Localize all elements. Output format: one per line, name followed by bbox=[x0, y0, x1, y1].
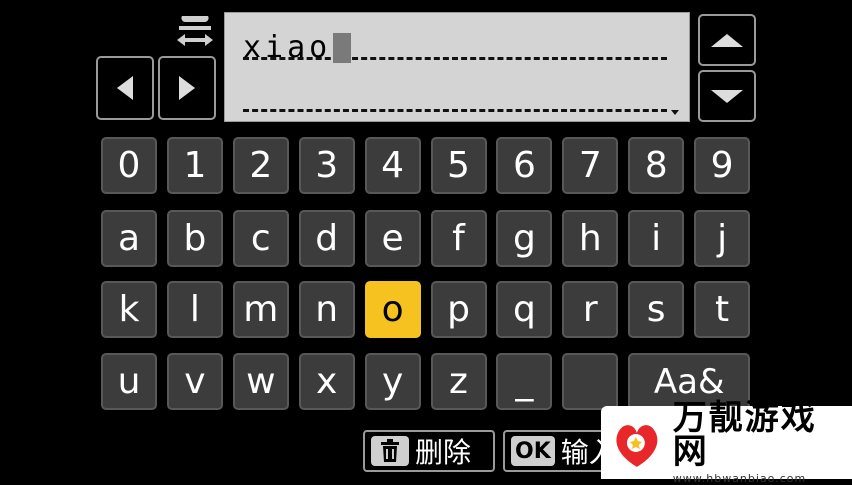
key-5[interactable]: 5 bbox=[430, 137, 487, 194]
text-line-2 bbox=[243, 85, 667, 112]
key-m[interactable]: m bbox=[232, 281, 289, 338]
key-9[interactable]: 9 bbox=[694, 137, 751, 194]
key-e[interactable]: e bbox=[364, 210, 421, 267]
watermark: 万靓游戏网 www.hbwanbiao.com bbox=[601, 401, 852, 484]
delete-hint: 删除 bbox=[363, 430, 495, 472]
key-b[interactable]: b bbox=[166, 210, 223, 267]
key-u[interactable]: u bbox=[101, 353, 157, 410]
text-caret bbox=[333, 33, 352, 63]
key-d[interactable]: d bbox=[298, 210, 355, 267]
key-3[interactable]: 3 bbox=[298, 137, 355, 194]
text-line-1: xiao bbox=[243, 33, 667, 63]
up-arrow-icon bbox=[711, 33, 743, 47]
down-arrow-icon bbox=[711, 89, 743, 103]
key-t[interactable]: t bbox=[694, 281, 751, 338]
key-g[interactable]: g bbox=[496, 210, 553, 267]
key-underscore[interactable]: _ bbox=[496, 353, 553, 410]
left-arrow-icon bbox=[117, 76, 133, 100]
key-r[interactable]: r bbox=[562, 281, 619, 338]
key-o[interactable]: o bbox=[364, 281, 421, 338]
cursor-position-icon bbox=[173, 12, 217, 52]
key-v[interactable]: v bbox=[166, 353, 223, 410]
key-n[interactable]: n bbox=[298, 281, 355, 338]
key-x[interactable]: x bbox=[298, 353, 355, 410]
key-k[interactable]: k bbox=[101, 281, 157, 338]
key-a[interactable]: a bbox=[101, 210, 157, 267]
ok-button-icon: OK bbox=[511, 436, 555, 466]
key-q[interactable]: q bbox=[496, 281, 553, 338]
key-w[interactable]: w bbox=[232, 353, 289, 410]
key-0[interactable]: 0 bbox=[101, 137, 157, 194]
more-indicator-icon bbox=[671, 110, 679, 115]
key-6[interactable]: 6 bbox=[496, 137, 553, 194]
key-2[interactable]: 2 bbox=[232, 137, 289, 194]
key-8[interactable]: 8 bbox=[628, 137, 685, 194]
key-i[interactable]: i bbox=[628, 210, 685, 267]
key-z[interactable]: z bbox=[430, 353, 487, 410]
key-h[interactable]: h bbox=[562, 210, 619, 267]
scroll-up-button[interactable] bbox=[698, 14, 756, 66]
key-y[interactable]: y bbox=[364, 353, 421, 410]
scroll-down-button[interactable] bbox=[698, 70, 756, 122]
cursor-right-button[interactable] bbox=[158, 56, 216, 120]
cursor-left-button[interactable] bbox=[96, 56, 154, 120]
trash-icon bbox=[371, 436, 409, 466]
key-s[interactable]: s bbox=[628, 281, 685, 338]
right-arrow-icon bbox=[179, 76, 195, 100]
key-4[interactable]: 4 bbox=[364, 137, 421, 194]
key-7[interactable]: 7 bbox=[562, 137, 619, 194]
key-c[interactable]: c bbox=[232, 210, 289, 267]
entered-text: xiao bbox=[243, 30, 332, 65]
key-1[interactable]: 1 bbox=[166, 137, 223, 194]
watermark-logo-icon bbox=[616, 424, 658, 467]
key-f[interactable]: f bbox=[430, 210, 487, 267]
key-j[interactable]: j bbox=[694, 210, 751, 267]
text-input-field[interactable]: xiao bbox=[224, 12, 690, 122]
key-l[interactable]: l bbox=[166, 281, 223, 338]
key-p[interactable]: p bbox=[430, 281, 487, 338]
watermark-brand: 万靓游戏网 bbox=[672, 398, 817, 472]
delete-label: 删除 bbox=[415, 436, 472, 469]
key-space[interactable] bbox=[562, 353, 619, 410]
